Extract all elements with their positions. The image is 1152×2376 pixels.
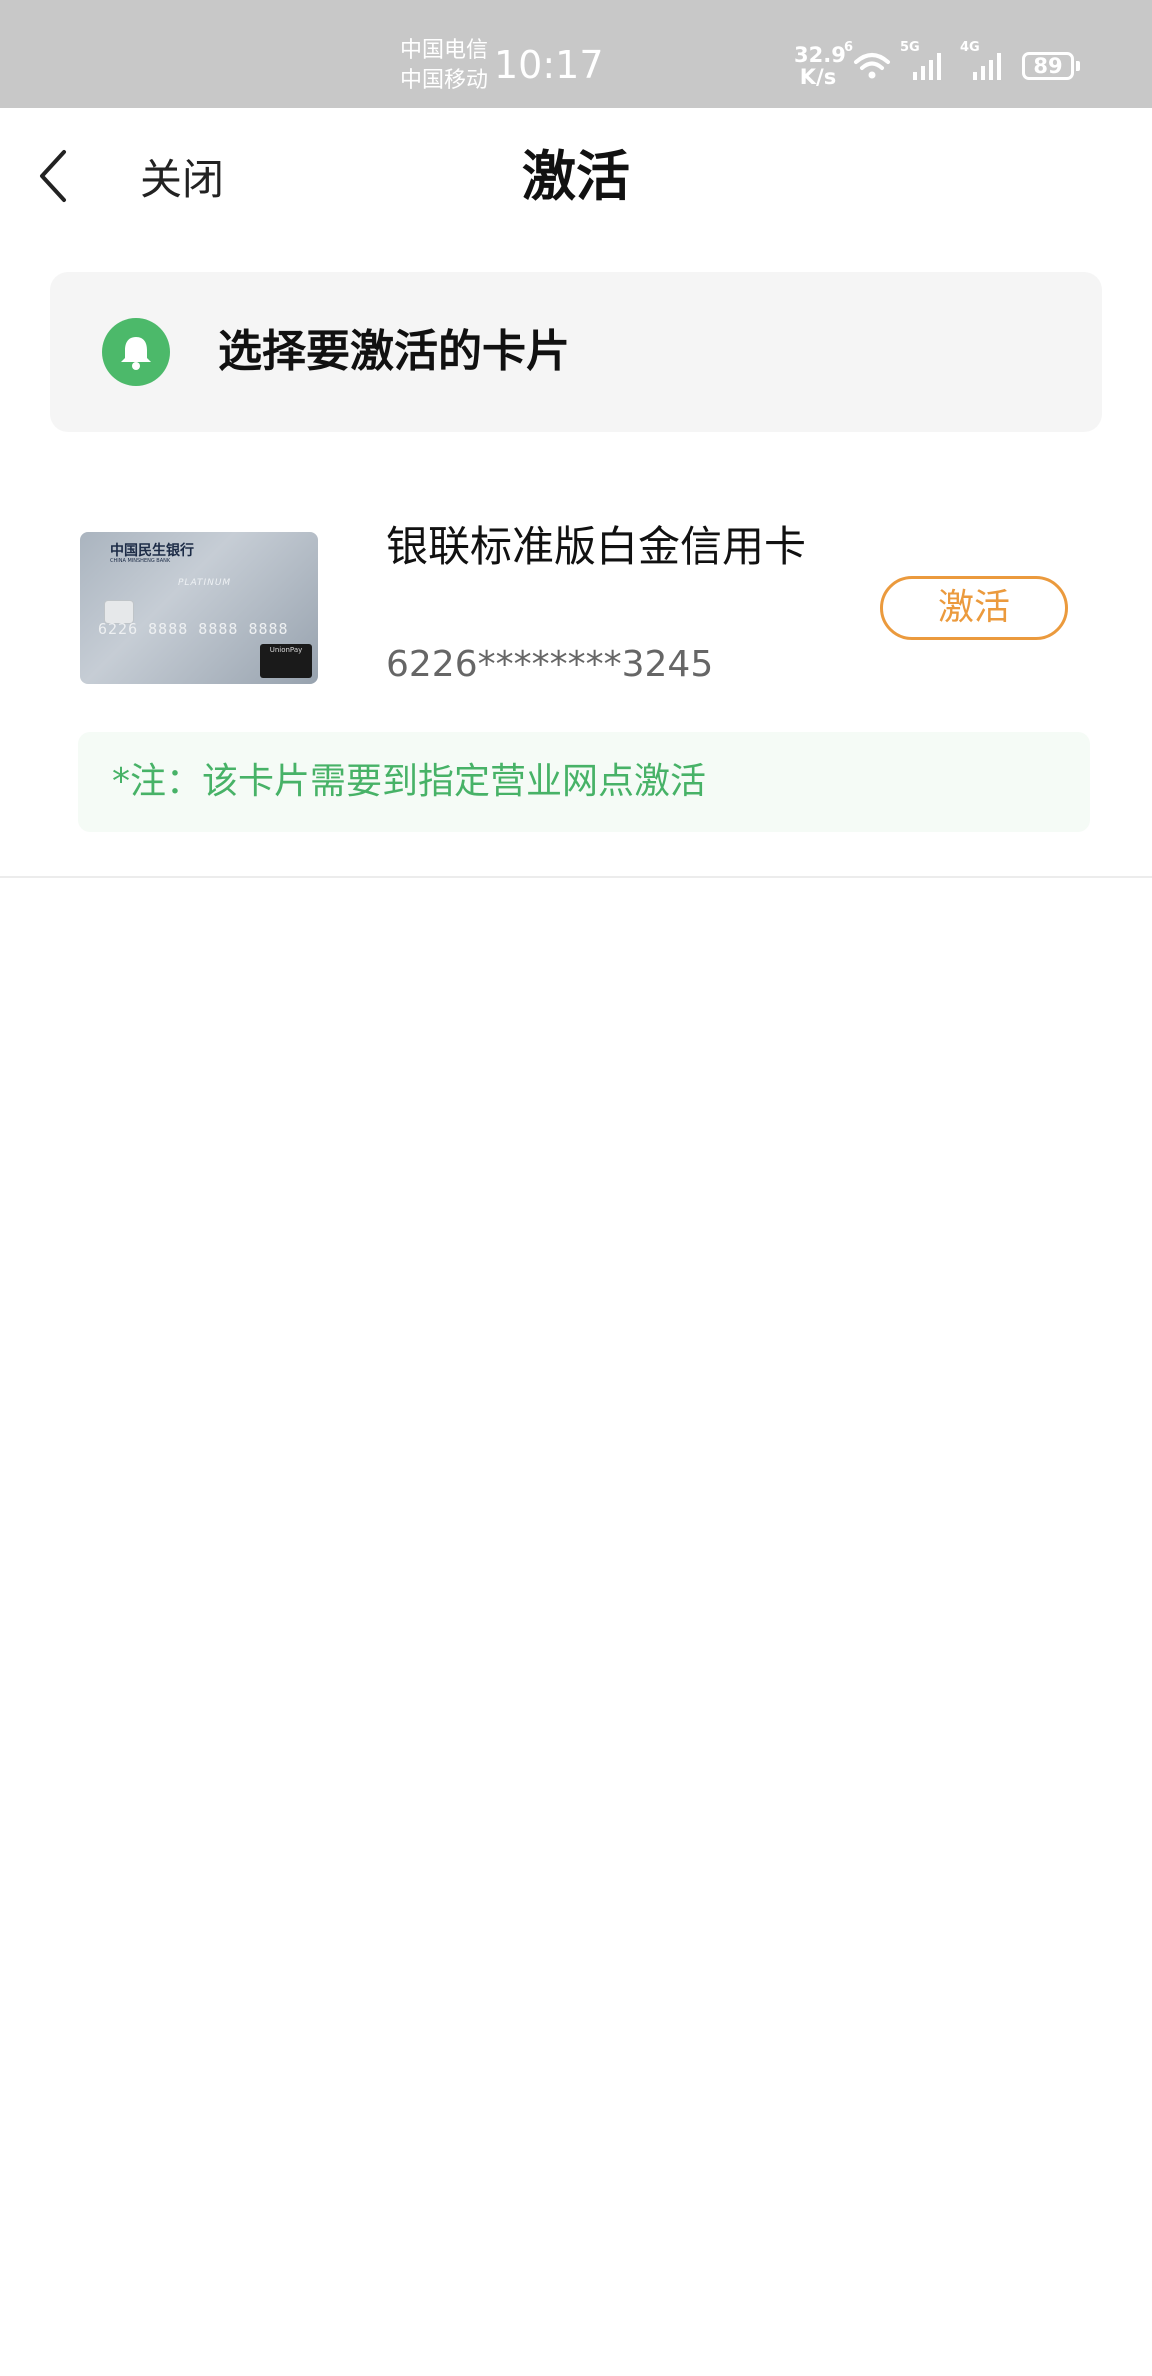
carrier-1: 中国电信 xyxy=(400,38,489,63)
credit-card-image: 中国民生银行 CHINA MINSHENG BANK PLATINUM 6226… xyxy=(80,532,318,684)
signal-icon xyxy=(913,53,941,80)
wifi-badge: 6 xyxy=(844,40,854,55)
activate-button[interactable]: 激活 xyxy=(880,576,1068,640)
activation-note: *注：该卡片需要到指定营业网点激活 xyxy=(78,732,1090,832)
card-title: 银联标准版白金信用卡 xyxy=(386,522,807,571)
card-sample-number: 6226 8888 8888 8888 xyxy=(98,620,289,638)
divider xyxy=(0,876,1152,878)
nav-bar: 关闭 激活 xyxy=(0,108,1152,242)
bell-icon-badge xyxy=(102,318,170,386)
select-card-banner: 选择要激活的卡片 xyxy=(50,272,1102,432)
wifi-icon xyxy=(854,53,890,79)
net-speed: 32.9 K/s xyxy=(794,43,846,89)
bell-icon xyxy=(121,337,151,370)
signal-icon xyxy=(973,53,1001,80)
net-speed-value: 32.9 xyxy=(794,43,846,67)
carrier-info: 中国电信 中国移动 xyxy=(400,36,488,96)
carrier-2: 中国移动 xyxy=(400,68,489,93)
battery-level: 89 xyxy=(1033,54,1063,78)
card-bank-name: 中国民生银行 xyxy=(110,543,194,559)
net-speed-unit: K/s xyxy=(799,65,837,89)
status-bar: 中国电信 中国移动 10:17 32.9 K/s 6 5G 4G 89 xyxy=(0,0,1152,108)
battery-icon: 89 xyxy=(1022,52,1080,80)
note-text: *注：该卡片需要到指定营业网点激活 xyxy=(112,761,707,802)
unionpay-logo-text: UnionPay xyxy=(269,646,303,654)
card-tier: PLATINUM xyxy=(178,578,232,588)
unionpay-logo: UnionPay xyxy=(260,644,312,678)
banner-text: 选择要激活的卡片 xyxy=(218,326,570,377)
card-bank-name-en: CHINA MINSHENG BANK xyxy=(110,558,171,564)
card-list-item: 中国民生银行 CHINA MINSHENG BANK PLATINUM 6226… xyxy=(0,500,1152,880)
status-time: 10:17 xyxy=(494,43,604,87)
page-title: 激活 xyxy=(522,145,630,208)
card-number: 6226********3245 xyxy=(386,644,714,685)
